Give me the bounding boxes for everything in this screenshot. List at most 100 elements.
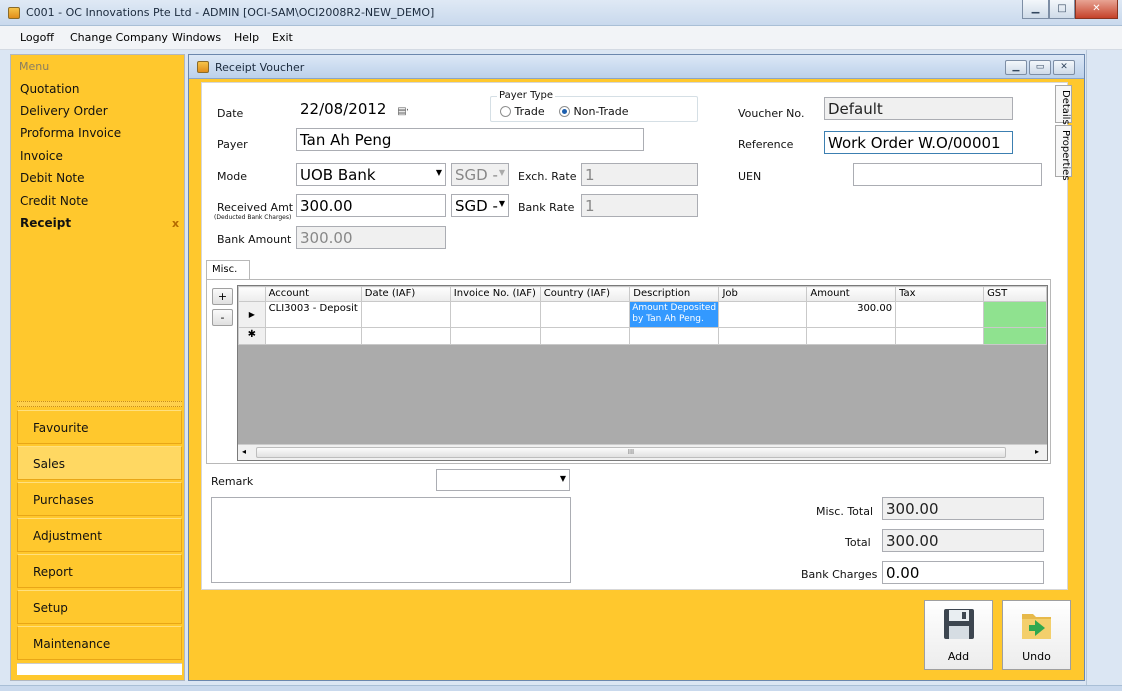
calendar-icon[interactable]: ▤▾ [397, 106, 408, 117]
current-row-marker-icon: ▶ [238, 301, 266, 328]
bank-amount-field: 300.00 [296, 226, 446, 249]
cell-gst[interactable] [983, 301, 1047, 328]
cell-job[interactable] [718, 327, 808, 345]
nav-report[interactable]: Report [17, 554, 182, 588]
scroll-thumb[interactable]: III [256, 447, 1006, 458]
sidebar-splitter[interactable] [17, 401, 182, 407]
scroll-right-icon[interactable]: ▸ [1035, 447, 1039, 456]
undo-button[interactable]: Undo [1002, 600, 1071, 670]
col-job[interactable]: Job [718, 286, 808, 302]
col-invoice-no-iaf[interactable]: Invoice No. (IAF) [449, 286, 541, 302]
remark-template-select[interactable]: ▼ [436, 469, 570, 491]
tab-details[interactable]: Details [1055, 85, 1072, 125]
child-restore-button[interactable]: ▭ [1029, 60, 1051, 75]
add-row-button[interactable]: + [212, 288, 233, 305]
received-amt-sublabel: (Deducted Bank Charges) [214, 214, 292, 221]
sidebar-item-invoice[interactable]: Invoice [20, 149, 63, 163]
cell-tax[interactable] [895, 327, 985, 345]
col-amount[interactable]: Amount [806, 286, 897, 302]
col-date-iaf[interactable]: Date (IAF) [360, 286, 451, 302]
nav-favourite[interactable]: Favourite [17, 410, 182, 444]
non-trade-label: Non-Trade [573, 105, 629, 118]
bank-charges-field[interactable]: 0.00 [882, 561, 1044, 584]
add-button[interactable]: Add [924, 600, 993, 670]
nav-adjustment[interactable]: Adjustment [17, 518, 182, 552]
col-gst[interactable]: GST [983, 286, 1047, 302]
sidebar-item-credit-note[interactable]: Credit Note [20, 194, 88, 208]
col-account[interactable]: Account [264, 286, 362, 302]
menu-change-company[interactable]: Change Company [70, 31, 168, 44]
cell-country-iaf[interactable] [539, 327, 631, 345]
tab-properties[interactable]: Properties [1055, 125, 1072, 181]
uen-field[interactable] [853, 163, 1042, 186]
non-trade-radio[interactable] [559, 106, 570, 117]
table-row[interactable]: ▶ CLI3003 - Deposit Amount Deposited by … [238, 301, 1047, 328]
horizontal-scrollbar[interactable]: ◂ III ▸ [238, 444, 1047, 460]
menu-exit[interactable]: Exit [272, 31, 293, 44]
sidebar-item-debit-note[interactable]: Debit Note [20, 171, 85, 185]
child-close-button[interactable]: ✕ [1053, 60, 1075, 75]
remark-textarea[interactable] [211, 497, 571, 583]
sidebar: Menu Quotation Delivery Order Proforma I… [10, 54, 185, 681]
payer-type-trade[interactable]: Trade [500, 105, 545, 118]
close-receipt-icon[interactable]: x [172, 217, 179, 230]
cell-tax[interactable] [895, 301, 985, 328]
add-button-label: Add [947, 650, 970, 663]
cell-invoice-no-iaf[interactable] [449, 301, 541, 328]
cell-date-iaf[interactable] [360, 301, 451, 328]
col-country-iaf[interactable]: Country (IAF) [539, 286, 631, 302]
sidebar-item-proforma-invoice[interactable]: Proforma Invoice [20, 126, 121, 140]
received-amt-label: Received Amt [217, 201, 294, 214]
sidebar-item-quotation[interactable]: Quotation [20, 82, 79, 96]
close-button[interactable]: ✕ [1075, 0, 1118, 19]
col-description[interactable]: Description [629, 286, 720, 302]
menu-logoff[interactable]: Logoff [20, 31, 54, 44]
table-row[interactable]: ✱ [238, 327, 1047, 345]
exch-rate-label: Exch. Rate [518, 170, 577, 183]
mode-currency-select: SGD - ▼ [451, 163, 509, 186]
window-frame-right [1086, 50, 1114, 685]
mode-select[interactable]: UOB Bank ▼ [296, 163, 446, 186]
nav-purchases[interactable]: Purchases [17, 482, 182, 516]
scroll-left-icon[interactable]: ◂ [242, 447, 246, 456]
received-currency-select[interactable]: SGD - ▼ [451, 194, 509, 217]
payer-field[interactable]: Tan Ah Peng [296, 128, 644, 151]
reference-field[interactable]: Work Order W.O/00001 [824, 131, 1013, 154]
cell-account[interactable] [264, 327, 362, 345]
cell-amount[interactable]: 300.00 [806, 301, 897, 328]
col-tax[interactable]: Tax [895, 286, 985, 302]
cell-gst[interactable] [983, 327, 1047, 345]
cell-description[interactable]: Amount Deposited by Tan Ah Peng. [629, 301, 720, 328]
cell-amount[interactable] [806, 327, 897, 345]
nav-overflow-bar[interactable] [17, 663, 182, 675]
sidebar-item-delivery-order[interactable]: Delivery Order [20, 104, 108, 118]
menu-windows[interactable]: Windows [172, 31, 221, 44]
nav-sales[interactable]: Sales [17, 446, 182, 480]
trade-radio[interactable] [500, 106, 511, 117]
cell-description[interactable] [629, 327, 720, 345]
payer-type-label: Payer Type [497, 90, 556, 101]
misc-total-label: Misc. Total [816, 505, 874, 518]
date-picker[interactable]: 22/08/2012 ▤▾ [296, 97, 409, 120]
minimize-button[interactable]: ▁ [1022, 0, 1049, 19]
remove-row-button[interactable]: - [212, 309, 233, 326]
cell-account[interactable]: CLI3003 - Deposit [264, 301, 362, 328]
received-amt-field[interactable]: 300.00 [296, 194, 446, 217]
cell-job[interactable] [718, 301, 808, 328]
cell-date-iaf[interactable] [360, 327, 451, 345]
menu-help[interactable]: Help [234, 31, 259, 44]
child-minimize-button[interactable]: ▁ [1005, 60, 1027, 75]
cell-invoice-no-iaf[interactable] [449, 327, 541, 345]
chevron-down-icon: ▼ [498, 199, 505, 208]
maximize-button[interactable]: □ [1049, 0, 1075, 19]
cell-country-iaf[interactable] [539, 301, 631, 328]
tab-misc[interactable]: Misc. [206, 260, 250, 280]
window-title: C001 - OC Innovations Pte Ltd - ADMIN [O… [26, 6, 435, 19]
bank-rate-field: 1 [581, 194, 698, 217]
payer-type-non-trade[interactable]: Non-Trade [559, 105, 629, 118]
nav-setup[interactable]: Setup [17, 590, 182, 624]
nav-maintenance[interactable]: Maintenance [17, 626, 182, 660]
date-value: 22/08/2012 [300, 100, 387, 118]
total-field: 300.00 [882, 529, 1044, 552]
sidebar-item-receipt[interactable]: Receipt [20, 216, 71, 230]
